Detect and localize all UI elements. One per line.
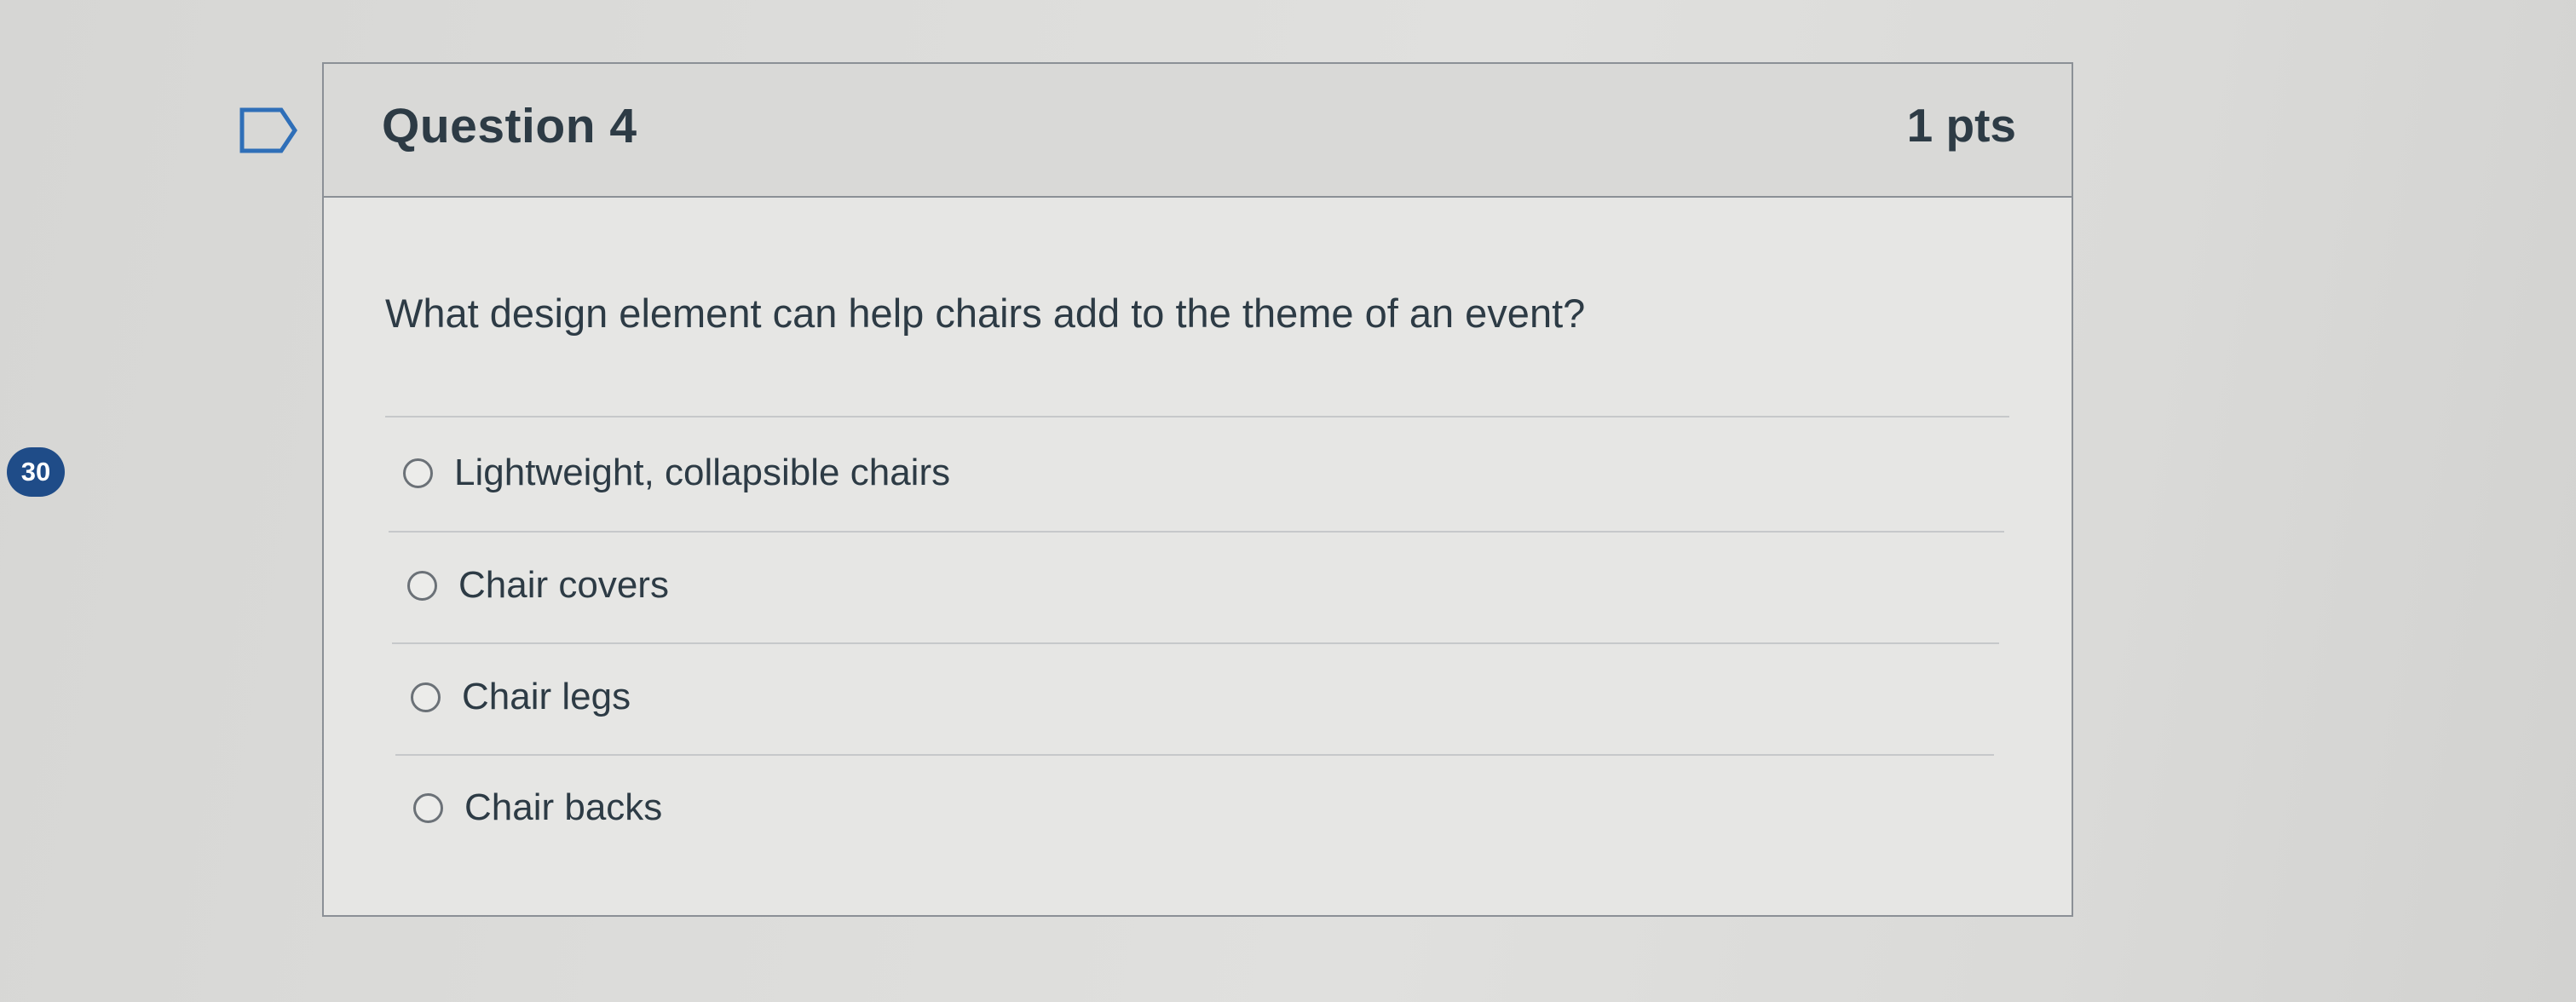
- answer-divider: [392, 642, 1999, 644]
- question-points: 1 pts: [1906, 99, 2016, 152]
- question-card: Question 4 1 pts What design element can…: [322, 62, 2073, 917]
- flag-question-icon[interactable]: [239, 107, 298, 154]
- answer-divider: [389, 531, 2004, 533]
- radio-unselected-icon[interactable]: [413, 792, 443, 823]
- answer-label: Chair backs: [464, 786, 663, 828]
- question-text: What design element can help chairs add …: [385, 291, 1586, 336]
- answer-divider: [395, 754, 1994, 756]
- radio-unselected-icon[interactable]: [411, 682, 441, 712]
- question-header: Question 4 1 pts: [324, 64, 2072, 198]
- answer-label: Chair legs: [462, 676, 631, 717]
- answer-option-chair-backs[interactable]: Chair backs: [413, 778, 662, 838]
- answers-top-divider: [385, 416, 2009, 418]
- radio-unselected-icon[interactable]: [403, 458, 433, 488]
- answer-option-chair-covers[interactable]: Chair covers: [407, 556, 669, 615]
- answer-label: Chair covers: [458, 564, 669, 606]
- notification-count-badge: 30: [7, 447, 65, 497]
- radio-unselected-icon[interactable]: [407, 570, 437, 601]
- answer-label: Lightweight, collapsible chairs: [454, 452, 951, 493]
- answer-option-chair-legs[interactable]: Chair legs: [411, 667, 631, 727]
- question-title: Question 4: [382, 99, 637, 153]
- answer-option-lightweight-collapsible-chairs[interactable]: Lightweight, collapsible chairs: [403, 443, 950, 503]
